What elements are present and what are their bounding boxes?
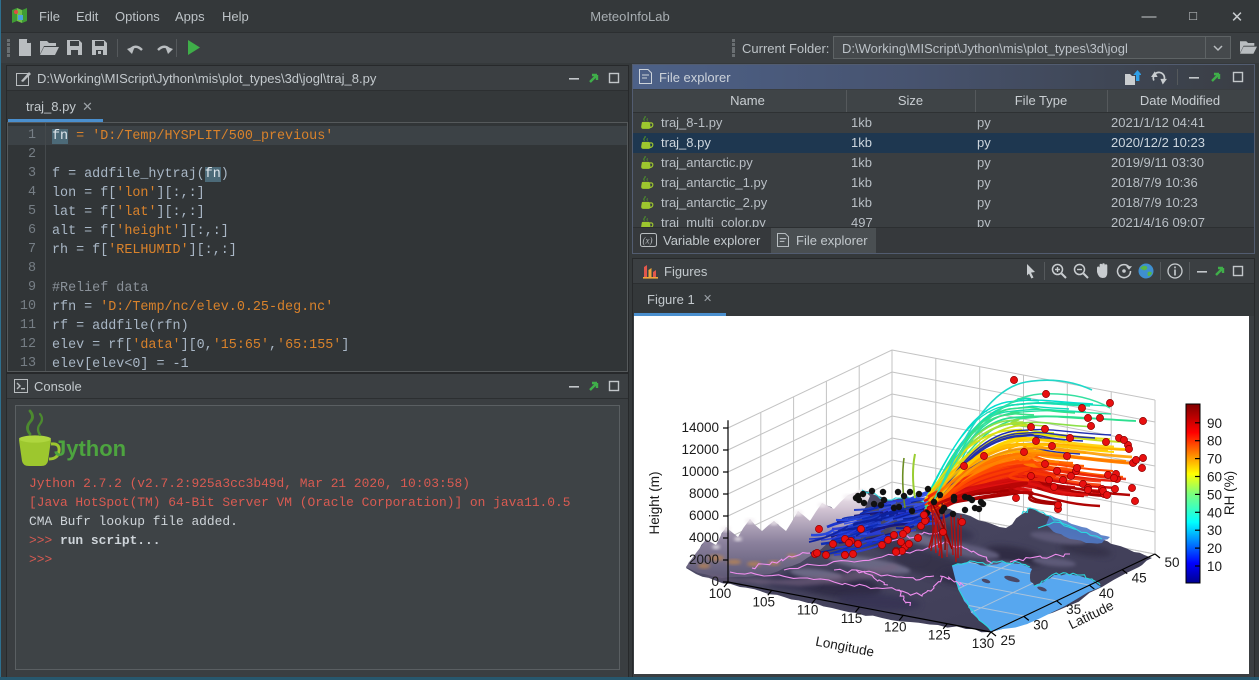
svg-text:90: 90 <box>1207 416 1222 431</box>
svg-text:60: 60 <box>1207 470 1222 485</box>
svg-text:110: 110 <box>797 603 819 618</box>
svg-text:30: 30 <box>1207 523 1222 538</box>
svg-text:25: 25 <box>1000 633 1015 648</box>
svg-text:4000: 4000 <box>689 530 719 545</box>
svg-text:6000: 6000 <box>689 508 719 523</box>
svg-text:12000: 12000 <box>681 442 719 457</box>
svg-text:70: 70 <box>1207 452 1222 467</box>
svg-text:20: 20 <box>1207 541 1222 556</box>
svg-text:10: 10 <box>1207 559 1222 574</box>
svg-text:Jython: Jython <box>54 436 126 461</box>
svg-text:(x): (x) <box>643 236 653 246</box>
svg-text:Height (m): Height (m) <box>647 471 662 534</box>
svg-text:30: 30 <box>1033 617 1048 632</box>
svg-text:115: 115 <box>841 611 863 626</box>
svg-text:105: 105 <box>753 594 776 609</box>
svg-text:8000: 8000 <box>689 486 719 501</box>
svg-text:80: 80 <box>1207 434 1222 449</box>
svg-text:50: 50 <box>1164 555 1179 570</box>
svg-text:2000: 2000 <box>689 552 719 567</box>
svg-text:125: 125 <box>928 628 951 643</box>
svg-text:40: 40 <box>1207 505 1222 520</box>
svg-text:120: 120 <box>884 619 907 634</box>
svg-text:130: 130 <box>972 636 995 651</box>
svg-text:14000: 14000 <box>681 420 719 435</box>
svg-text:10000: 10000 <box>681 464 719 479</box>
svg-text:RH (%): RH (%) <box>1222 471 1237 515</box>
svg-text:45: 45 <box>1132 571 1147 586</box>
svg-text:50: 50 <box>1207 487 1222 502</box>
svg-text:100: 100 <box>709 586 732 601</box>
